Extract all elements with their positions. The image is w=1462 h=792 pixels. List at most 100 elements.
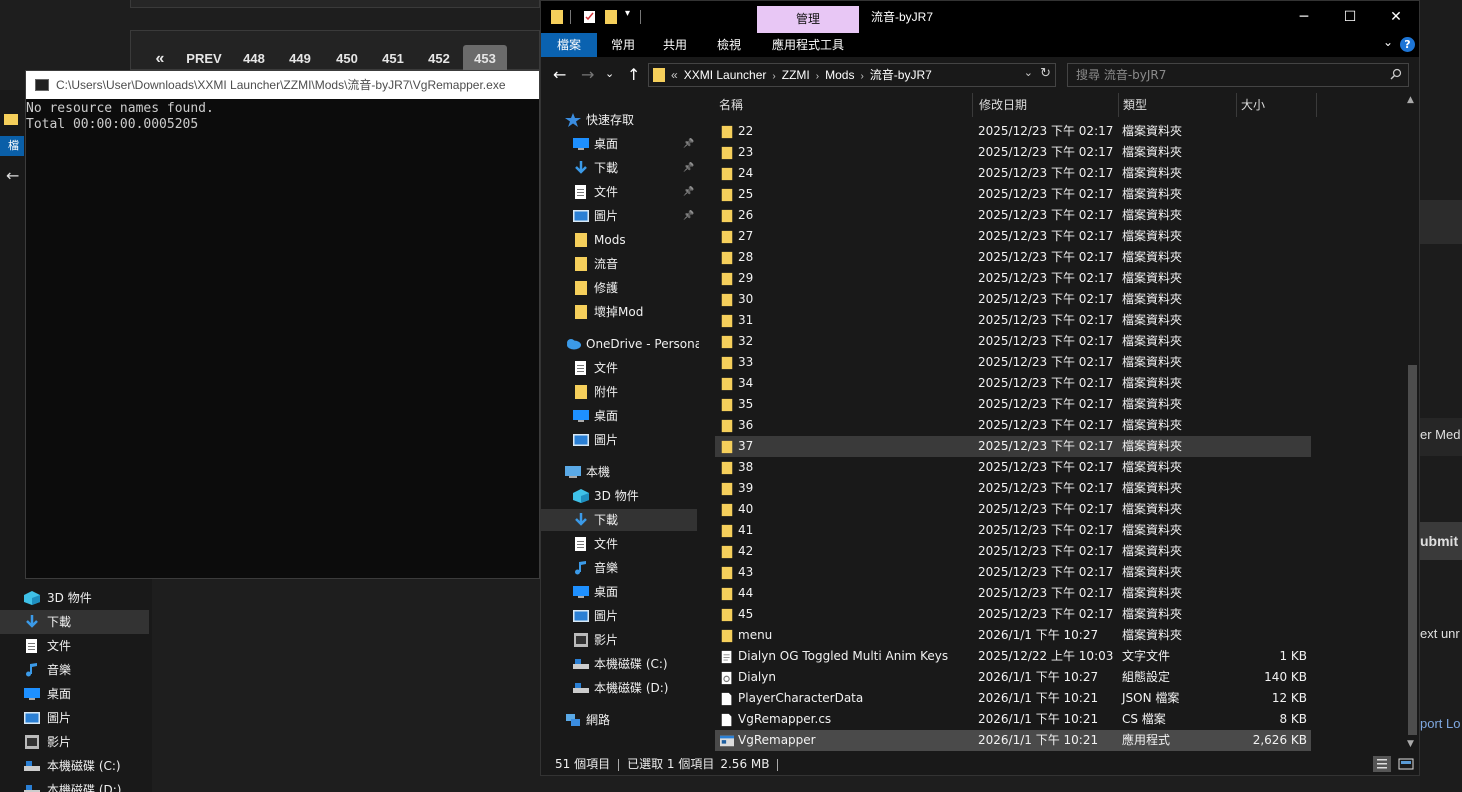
pager-page-450[interactable]: 450 [329,45,365,73]
nav-item[interactable]: 本機磁碟 (D:) [541,677,697,699]
nav-item[interactable]: 文件 [541,357,697,379]
tab-share[interactable]: 共用 [651,33,699,57]
background-nav-item[interactable]: 文件 [0,634,152,658]
breadcrumb-overflow[interactable]: « [671,68,678,82]
file-row[interactable]: 30 2025/12/23 下午 02:17 檔案資料夾 [715,289,1311,310]
qat-dropdown-icon[interactable]: ▾ [625,8,630,19]
file-row[interactable]: 37 2025/12/23 下午 02:17 檔案資料夾 [715,436,1311,457]
file-row[interactable]: VgRemapper 2026/1/1 下午 10:21 應用程式 2,626 KB [715,730,1311,751]
expand-ribbon-icon[interactable]: ⌄ [1383,35,1393,49]
file-row[interactable]: Dialyn OG Toggled Multi Anim Keys 2025/12… [715,646,1311,667]
tab-view[interactable]: 檢視 [705,33,753,57]
background-explorer-file-tab[interactable]: 檔案 [0,136,24,156]
background-nav-item[interactable]: 本機磁碟 (D:) [0,778,152,792]
tab-application-tools[interactable]: 應用程式工具 [763,33,853,57]
back-arrow-icon[interactable]: ← [553,65,566,84]
nav-item[interactable]: 網路 [541,709,697,731]
file-row[interactable]: 23 2025/12/23 下午 02:17 檔案資料夾 [715,142,1311,163]
scroll-up-icon[interactable]: ▲ [1407,95,1414,105]
recent-locations-icon[interactable]: ⌄ [605,67,614,80]
pager-page-452[interactable]: 452 [421,45,457,73]
file-row[interactable]: menu 2026/1/1 下午 10:27 檔案資料夾 [715,625,1311,646]
help-icon[interactable]: ? [1400,37,1415,52]
refresh-icon[interactable]: ↻ [1040,66,1051,81]
breadcrumb-separator-icon[interactable]: › [860,71,863,82]
breadcrumb-zzmi[interactable]: ZZMI [782,68,810,82]
nav-item[interactable]: 本機磁碟 (C:) [541,653,697,675]
new-folder-icon[interactable] [605,10,619,24]
address-dropdown-icon[interactable]: ⌄ [1024,66,1033,79]
nav-item[interactable]: 音樂 [541,557,697,579]
file-row[interactable]: 27 2025/12/23 下午 02:17 檔案資料夾 [715,226,1311,247]
file-row[interactable]: 22 2025/12/23 下午 02:17 檔案資料夾 [715,121,1311,142]
tab-home[interactable]: 常用 [599,33,647,57]
nav-item[interactable]: 壞掉Mod [541,301,697,323]
background-nav-item[interactable]: 3D 物件 [0,586,152,610]
minimize-button[interactable]: ─ [1281,1,1327,33]
background-nav-item[interactable]: 桌面 [0,682,152,706]
pager-page-448[interactable]: 448 [236,45,272,73]
search-icon[interactable] [1390,68,1402,80]
background-nav-item[interactable]: 圖片 [0,706,152,730]
file-row[interactable]: 44 2025/12/23 下午 02:17 檔案資料夾 [715,583,1311,604]
background-nav-item[interactable]: 下載 [0,610,149,634]
file-row[interactable]: 33 2025/12/23 下午 02:17 檔案資料夾 [715,352,1311,373]
column-header-size[interactable]: 大小 [1237,93,1317,117]
nav-item[interactable]: 下載 📌 [541,157,697,179]
pager-page-451[interactable]: 451 [375,45,411,73]
file-row[interactable]: 25 2025/12/23 下午 02:17 檔案資料夾 [715,184,1311,205]
file-row[interactable]: 42 2025/12/23 下午 02:17 檔案資料夾 [715,541,1311,562]
file-row[interactable]: 28 2025/12/23 下午 02:17 檔案資料夾 [715,247,1311,268]
nav-item[interactable]: 圖片 [541,429,697,451]
column-header-type[interactable]: 類型 [1119,93,1237,117]
file-row[interactable]: 36 2025/12/23 下午 02:17 檔案資料夾 [715,415,1311,436]
file-row[interactable]: 32 2025/12/23 下午 02:17 檔案資料夾 [715,331,1311,352]
background-nav-item[interactable]: 本機磁碟 (C:) [0,754,152,778]
file-row[interactable]: Dialyn 2026/1/1 下午 10:27 組態設定 140 KB [715,667,1311,688]
nav-item[interactable]: 圖片 📌 [541,205,697,227]
nav-item[interactable]: 下載 [541,509,697,531]
background-submit-button[interactable]: ubmit [1420,533,1462,549]
column-header-date[interactable]: 修改日期 [975,93,1119,117]
nav-item[interactable]: 快速存取 [541,109,697,131]
file-row[interactable]: PlayerCharacterData 2026/1/1 下午 10:21 JSON… [715,688,1311,709]
file-row[interactable]: 34 2025/12/23 下午 02:17 檔案資料夾 [715,373,1311,394]
file-row[interactable]: 31 2025/12/23 下午 02:17 檔案資料夾 [715,310,1311,331]
large-icons-view-icon[interactable] [1397,756,1415,772]
file-row[interactable]: 41 2025/12/23 下午 02:17 檔案資料夾 [715,520,1311,541]
search-input[interactable]: 搜尋 流音-byJR7 [1067,63,1409,87]
column-header-name[interactable]: 名稱 [715,93,973,117]
file-row[interactable]: 45 2025/12/23 下午 02:17 檔案資料夾 [715,604,1311,625]
pager-page-449[interactable]: 449 [282,45,318,73]
pager-prev-button[interactable]: PREV [183,45,225,73]
back-arrow-icon[interactable]: ← [6,166,19,185]
nav-item[interactable]: 修護 [541,277,697,299]
nav-item[interactable]: 流音 [541,253,697,275]
file-row[interactable]: 24 2025/12/23 下午 02:17 檔案資料夾 [715,163,1311,184]
nav-item[interactable]: 附件 [541,381,697,403]
console-titlebar[interactable]: C:\Users\User\Downloads\XXMI Launcher\ZZ… [26,71,539,99]
file-row[interactable]: 40 2025/12/23 下午 02:17 檔案資料夾 [715,499,1311,520]
nav-item[interactable]: 桌面 📌 [541,133,697,155]
nav-item[interactable]: 影片 [541,629,697,651]
maximize-button[interactable]: ☐ [1327,1,1373,33]
file-row[interactable]: 39 2025/12/23 下午 02:17 檔案資料夾 [715,478,1311,499]
nav-item[interactable]: OneDrive - Personal [541,333,699,355]
close-button[interactable]: ✕ [1373,1,1419,33]
breadcrumb-current-folder[interactable]: 流音-byJR7 [870,68,932,82]
nav-item[interactable]: 3D 物件 [541,485,697,507]
address-box[interactable]: « XXMI Launcher › ZZMI › Mods › 流音-byJR7 ⌄ ↻ [648,63,1056,87]
pager-page-453-active[interactable]: 453 [463,45,507,73]
up-arrow-icon[interactable]: ↑ [627,65,640,84]
pager-first-button[interactable]: « [149,45,171,73]
breadcrumb-separator-icon[interactable]: › [772,71,775,82]
breadcrumb-mods[interactable]: Mods [825,68,854,82]
nav-item[interactable]: 圖片 [541,605,697,627]
nav-item[interactable]: 本機 [541,461,697,483]
breadcrumb-separator-icon[interactable]: › [816,71,819,82]
manage-contextual-tab[interactable]: 管理 [757,6,859,33]
file-row[interactable]: 43 2025/12/23 下午 02:17 檔案資料夾 [715,562,1311,583]
background-nav-item[interactable]: 影片 [0,730,152,754]
nav-item[interactable]: 文件 [541,533,697,555]
file-row[interactable]: VgRemapper.cs 2026/1/1 下午 10:21 CS 檔案 8 KB [715,709,1311,730]
